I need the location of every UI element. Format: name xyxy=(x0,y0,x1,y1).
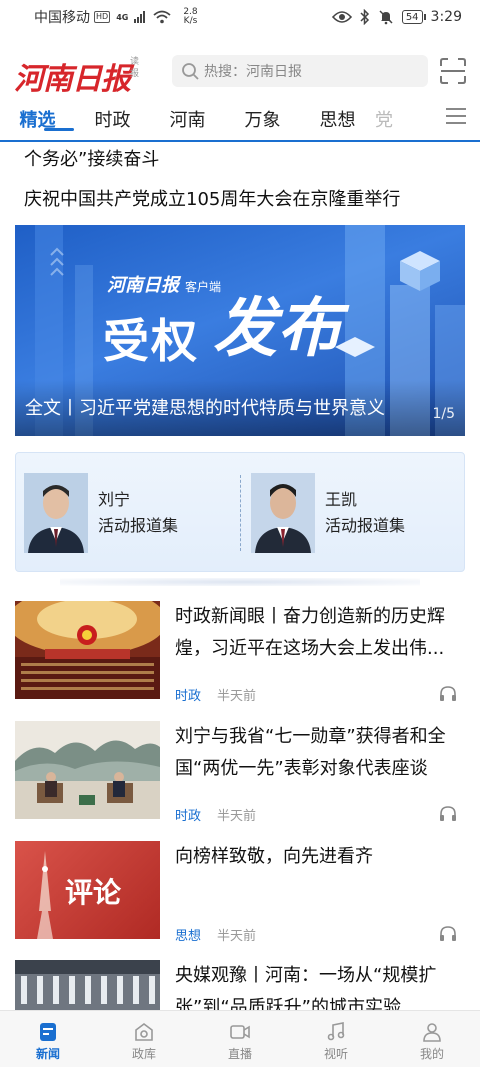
card-shadow xyxy=(60,578,420,586)
leader-wang-kai[interactable]: 王凯 活动报道集 xyxy=(251,473,405,553)
signal-icon xyxy=(134,11,146,23)
news-title: 刘宁与我省“七一勋章”获得者和全国“两优一先”表彰对象代表座谈 xyxy=(175,726,446,779)
leader-subtitle: 活动报道集 xyxy=(98,516,179,535)
news-thumbnail xyxy=(15,601,160,699)
nav-profile-label: 我的 xyxy=(419,1047,444,1061)
nav-library[interactable]: 政库 xyxy=(96,1011,192,1067)
profile-icon xyxy=(423,1023,441,1042)
news-time: 半天前 xyxy=(217,809,257,824)
read-paper-link[interactable]: 读报 xyxy=(130,56,142,80)
banner-pager: 1/5 xyxy=(432,406,455,422)
news-time: 半天前 xyxy=(217,929,257,944)
news-title: 时政新闻眼丨奋力创造新的历史辉煌，习近平在这场大会上发出伟... xyxy=(175,606,445,659)
leader-portrait xyxy=(24,473,88,553)
battery-level: 54 xyxy=(405,11,419,23)
leader-subtitle: 活动报道集 xyxy=(325,516,406,535)
nav-library-label: 政库 xyxy=(131,1047,156,1061)
headphones-icon[interactable] xyxy=(439,925,457,943)
nav-audio-video-label: 视听 xyxy=(323,1047,348,1061)
headphones-icon[interactable] xyxy=(439,805,457,823)
nav-profile[interactable]: 我的 xyxy=(384,1011,480,1067)
news-thumbnail: 评论 xyxy=(15,841,160,939)
nav-news-label: 新闻 xyxy=(35,1047,60,1061)
leaders-divider xyxy=(240,475,241,551)
search-bar[interactable]: 热搜：河南日报 xyxy=(172,55,428,87)
carrier-label: 中国移动 xyxy=(34,10,90,26)
app-header: 河南日报 读报 热搜：河南日报 xyxy=(0,50,480,97)
mute-icon xyxy=(379,10,393,25)
bottom-nav: 新闻 政库 直播 视听 我的 xyxy=(0,1010,480,1067)
news-time: 半天前 xyxy=(217,689,257,704)
library-icon xyxy=(135,1023,153,1041)
tab-politics[interactable]: 时政 xyxy=(75,106,150,132)
headphones-icon[interactable] xyxy=(439,685,457,703)
channel-tabs: 精选 时政 河南 万象 思想 党 xyxy=(0,98,480,142)
banner-headline-1: 受权 xyxy=(103,314,199,368)
wifi-icon xyxy=(153,10,171,24)
news-item[interactable]: 时政新闻眼丨奋力创造新的历史辉煌，习近平在这场大会上发出伟... 时政 半天前 xyxy=(15,601,465,713)
banner-brand: 河南日报 客户端 xyxy=(107,271,221,297)
hero-banner[interactable]: 河南日报 客户端 受权 发布 全文丨习近平党建思想的时代特质与世界意义 1/5 xyxy=(15,225,465,436)
leaders-card: 刘宁 活动报道集 王凯 活动报道集 xyxy=(15,452,465,572)
battery-icon: 54 xyxy=(401,10,426,24)
status-bar: 中国移动 HD 4G 2.8 K/s 54 3:29 xyxy=(0,0,480,34)
news-meta: 时政 半天前 xyxy=(175,685,256,704)
eye-icon xyxy=(331,11,352,23)
news-meta: 思想 半天前 xyxy=(175,925,256,944)
banner-headline-2: 发布 xyxy=(213,291,341,366)
tab-vientiane[interactable]: 万象 xyxy=(225,106,300,132)
nav-audio-video[interactable]: 视听 xyxy=(288,1011,384,1067)
network-label: 4G xyxy=(116,12,129,22)
music-icon xyxy=(327,1022,345,1041)
leader-name: 王凯 xyxy=(325,490,358,509)
banner-caption: 全文丨习近平党建思想的时代特质与世界意义 xyxy=(25,398,385,419)
thumb-comment-label: 评论 xyxy=(65,876,122,909)
app-logo[interactable]: 河南日报 xyxy=(14,54,131,98)
channel-menu-icon[interactable] xyxy=(446,108,466,129)
tab-party[interactable]: 党 xyxy=(375,106,415,132)
leader-name: 刘宁 xyxy=(98,490,131,509)
active-tab-indicator xyxy=(44,128,74,131)
leader-liu-ning[interactable]: 刘宁 活动报道集 xyxy=(24,473,178,553)
hd-badge: HD xyxy=(94,11,111,23)
news-title: 向榜样致敬，向先进看齐 xyxy=(175,846,373,867)
search-placeholder: 热搜：河南日报 xyxy=(204,64,302,80)
scan-icon[interactable] xyxy=(440,58,466,84)
tab-thought[interactable]: 思想 xyxy=(300,106,375,132)
news-thumbnail xyxy=(15,721,160,819)
news-item[interactable]: 评论 向榜样致敬，向先进看齐 思想 半天前 xyxy=(15,841,465,953)
news-meta: 时政 半天前 xyxy=(175,805,256,824)
leader-portrait xyxy=(251,473,315,553)
network-speed: 2.8 K/s xyxy=(183,8,197,26)
news-category[interactable]: 时政 xyxy=(175,685,201,704)
news-category[interactable]: 思想 xyxy=(175,925,201,944)
nav-live-label: 直播 xyxy=(227,1047,252,1061)
tab-henan[interactable]: 河南 xyxy=(150,106,225,132)
ticker-line-1: 个务必”接续奋斗 xyxy=(24,149,160,170)
nav-live[interactable]: 直播 xyxy=(192,1011,288,1067)
speed-unit: K/s xyxy=(183,16,198,26)
nav-news[interactable]: 新闻 xyxy=(0,1011,96,1067)
news-category[interactable]: 时政 xyxy=(175,805,201,824)
bluetooth-icon xyxy=(360,9,369,25)
live-icon xyxy=(230,1025,250,1039)
news-item[interactable]: 刘宁与我省“七一勋章”获得者和全国“两优一先”表彰对象代表座谈 时政 半天前 xyxy=(15,721,465,833)
banner-brand-name: 河南日报 xyxy=(107,275,179,296)
clock: 3:29 xyxy=(430,9,462,25)
news-icon xyxy=(40,1023,56,1041)
search-icon xyxy=(182,63,199,80)
ticker-line-2: 庆祝中国共产党成立105周年大会在京隆重举行 xyxy=(24,189,401,210)
headline-ticker[interactable]: 个务必”接续奋斗 庆祝中国共产党成立105周年大会在京隆重举行 xyxy=(24,146,464,214)
